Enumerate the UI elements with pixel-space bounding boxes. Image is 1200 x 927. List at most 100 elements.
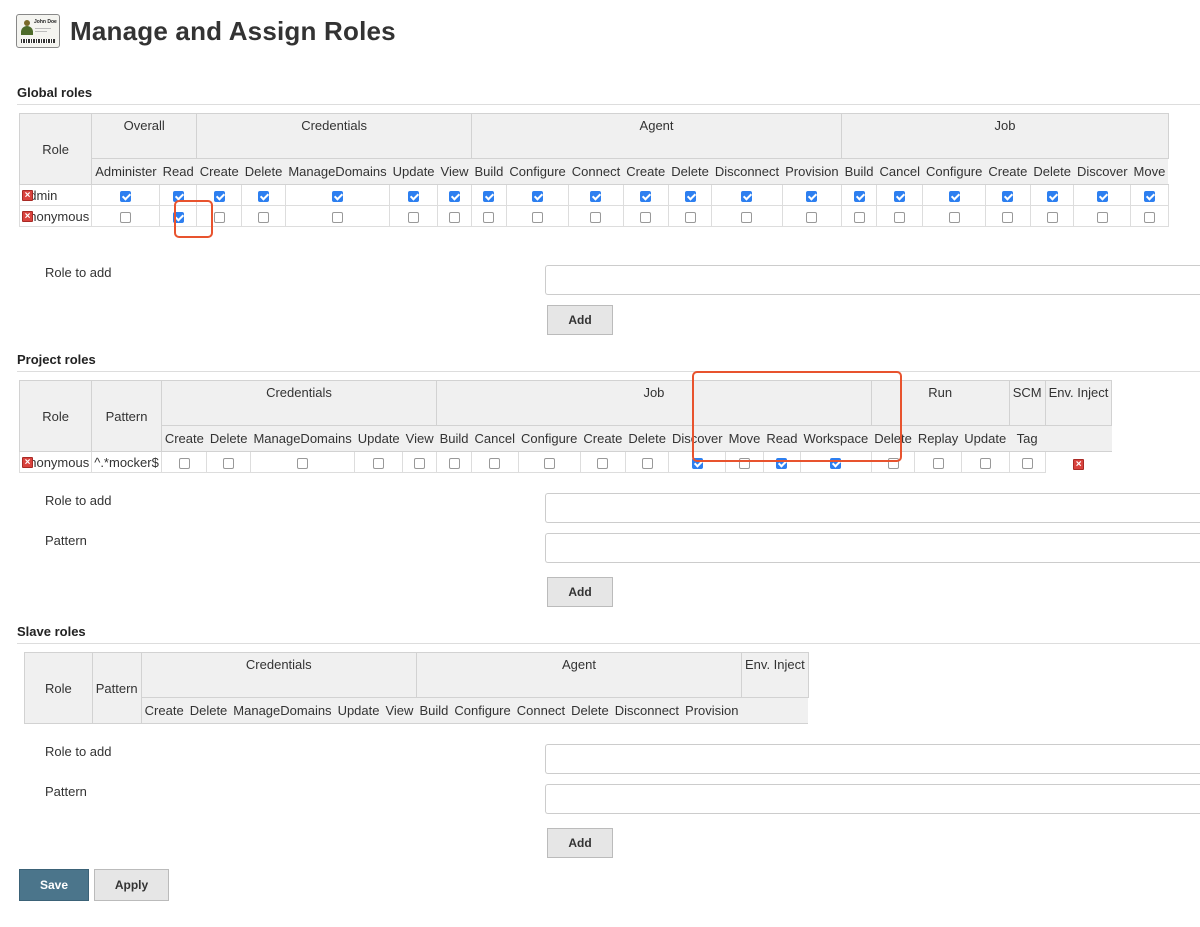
permission-checkbox[interactable] — [738, 457, 750, 469]
delete-role-icon[interactable]: × — [22, 210, 33, 222]
global-role-to-add-input[interactable] — [545, 265, 1200, 295]
permission-checkbox[interactable] — [331, 190, 343, 202]
permission-checkbox[interactable] — [776, 457, 788, 469]
permission-checkbox[interactable] — [172, 190, 184, 202]
slave-add-button[interactable]: Add — [547, 828, 613, 858]
global-permission-cell — [1029, 184, 1075, 206]
global-permission-cell — [841, 205, 878, 227]
permission-checkbox[interactable] — [1143, 211, 1155, 223]
permission-checkbox[interactable] — [448, 457, 460, 469]
permission-checkbox[interactable] — [172, 211, 184, 223]
permission-checkbox[interactable] — [684, 190, 696, 202]
permission-checkbox[interactable] — [640, 211, 652, 223]
permission-checkbox[interactable] — [1002, 190, 1014, 202]
permission-checkbox[interactable] — [297, 457, 309, 469]
permission-checkbox[interactable] — [806, 190, 818, 202]
global-group-header-row: Role Overall Credentials Agent Job — [18, 113, 1169, 185]
permission-checkbox[interactable] — [178, 457, 190, 469]
permission-checkbox[interactable] — [894, 211, 906, 223]
permission-checkbox[interactable] — [590, 190, 602, 202]
project-role-to-add-input[interactable] — [545, 493, 1200, 523]
project-permission-cell — [914, 451, 962, 473]
permission-checkbox[interactable] — [120, 211, 132, 223]
permission-checkbox[interactable] — [853, 211, 865, 223]
project-permission-header: Delete — [625, 425, 669, 452]
project-permission-cell — [206, 451, 251, 473]
permission-checkbox[interactable] — [741, 190, 753, 202]
delete-role-icon[interactable]: × — [1073, 458, 1085, 470]
slave-group-header-row: Role Pattern Credentials Agent Env. Inject — [24, 652, 809, 724]
permission-checkbox[interactable] — [213, 211, 225, 223]
permission-checkbox[interactable] — [449, 190, 460, 202]
global-permission-header: Update — [389, 158, 438, 185]
global-permission-cell — [159, 184, 198, 206]
global-permission-cell — [984, 184, 1031, 206]
permission-checkbox[interactable] — [887, 457, 899, 469]
project-permission-header: ManageDomains — [250, 425, 355, 452]
permission-checkbox[interactable] — [806, 211, 818, 223]
slave-role-to-add-input[interactable] — [545, 744, 1200, 774]
permission-checkbox[interactable] — [408, 211, 420, 223]
permission-checkbox[interactable] — [408, 190, 420, 202]
permission-checkbox[interactable] — [1096, 211, 1108, 223]
permission-checkbox[interactable] — [979, 457, 991, 469]
global-permission-cell — [1073, 205, 1132, 227]
permission-checkbox[interactable] — [948, 190, 960, 202]
permission-checkbox[interactable] — [373, 457, 385, 469]
global-add-button[interactable]: Add — [547, 305, 613, 335]
permission-checkbox[interactable] — [223, 457, 235, 469]
permission-checkbox[interactable] — [1046, 190, 1058, 202]
permission-checkbox[interactable] — [543, 457, 555, 469]
global-permission-header: Build — [471, 158, 507, 185]
permission-checkbox[interactable] — [258, 211, 270, 223]
permission-checkbox[interactable] — [449, 211, 460, 223]
permission-checkbox[interactable] — [948, 211, 960, 223]
permission-checkbox[interactable] — [1021, 457, 1033, 469]
slave-group-header: Credentials — [140, 652, 417, 698]
slave-pattern-input[interactable] — [545, 784, 1200, 814]
permission-checkbox[interactable] — [641, 457, 653, 469]
delete-role-icon[interactable]: × — [22, 189, 33, 201]
global-permission-header: Move — [1130, 158, 1169, 185]
global-permission-cell — [781, 184, 843, 206]
permission-checkbox[interactable] — [741, 211, 753, 223]
slave-permission-header: Update — [334, 697, 383, 724]
project-permission-cell — [762, 451, 801, 473]
permission-checkbox[interactable] — [258, 190, 270, 202]
permission-checkbox[interactable] — [532, 190, 544, 202]
permission-checkbox[interactable] — [483, 211, 495, 223]
permission-checkbox[interactable] — [1143, 190, 1155, 202]
permission-checkbox[interactable] — [691, 457, 703, 469]
permission-checkbox[interactable] — [120, 190, 132, 202]
delete-role-icon[interactable]: × — [22, 456, 33, 468]
global-permission-cell — [91, 184, 161, 206]
project-pattern-input[interactable] — [545, 533, 1200, 563]
global-role-header: Role — [18, 113, 93, 185]
permission-checkbox[interactable] — [1046, 211, 1058, 223]
project-role-to-add-label: Role to add — [45, 493, 112, 508]
save-button[interactable]: Save — [19, 869, 89, 901]
permission-checkbox[interactable] — [853, 190, 865, 202]
permission-checkbox[interactable] — [640, 190, 652, 202]
apply-button[interactable]: Apply — [94, 869, 169, 901]
permission-checkbox[interactable] — [489, 457, 501, 469]
global-permission-cell — [505, 205, 570, 227]
permission-checkbox[interactable] — [932, 457, 944, 469]
global-permission-header: Create — [623, 158, 669, 185]
global-roles-separator — [17, 104, 1200, 105]
permission-checkbox[interactable] — [414, 457, 426, 469]
permission-checkbox[interactable] — [684, 211, 696, 223]
global-permission-cell — [622, 205, 669, 227]
permission-checkbox[interactable] — [597, 457, 609, 469]
project-add-button[interactable]: Add — [547, 577, 613, 607]
permission-checkbox[interactable] — [830, 457, 842, 469]
permission-checkbox[interactable] — [1002, 211, 1014, 223]
permission-checkbox[interactable] — [532, 211, 544, 223]
permission-checkbox[interactable] — [483, 190, 495, 202]
global-permission-header: Configure — [922, 158, 986, 185]
permission-checkbox[interactable] — [331, 211, 343, 223]
permission-checkbox[interactable] — [1096, 190, 1108, 202]
permission-checkbox[interactable] — [213, 190, 225, 202]
permission-checkbox[interactable] — [894, 190, 906, 202]
permission-checkbox[interactable] — [590, 211, 602, 223]
